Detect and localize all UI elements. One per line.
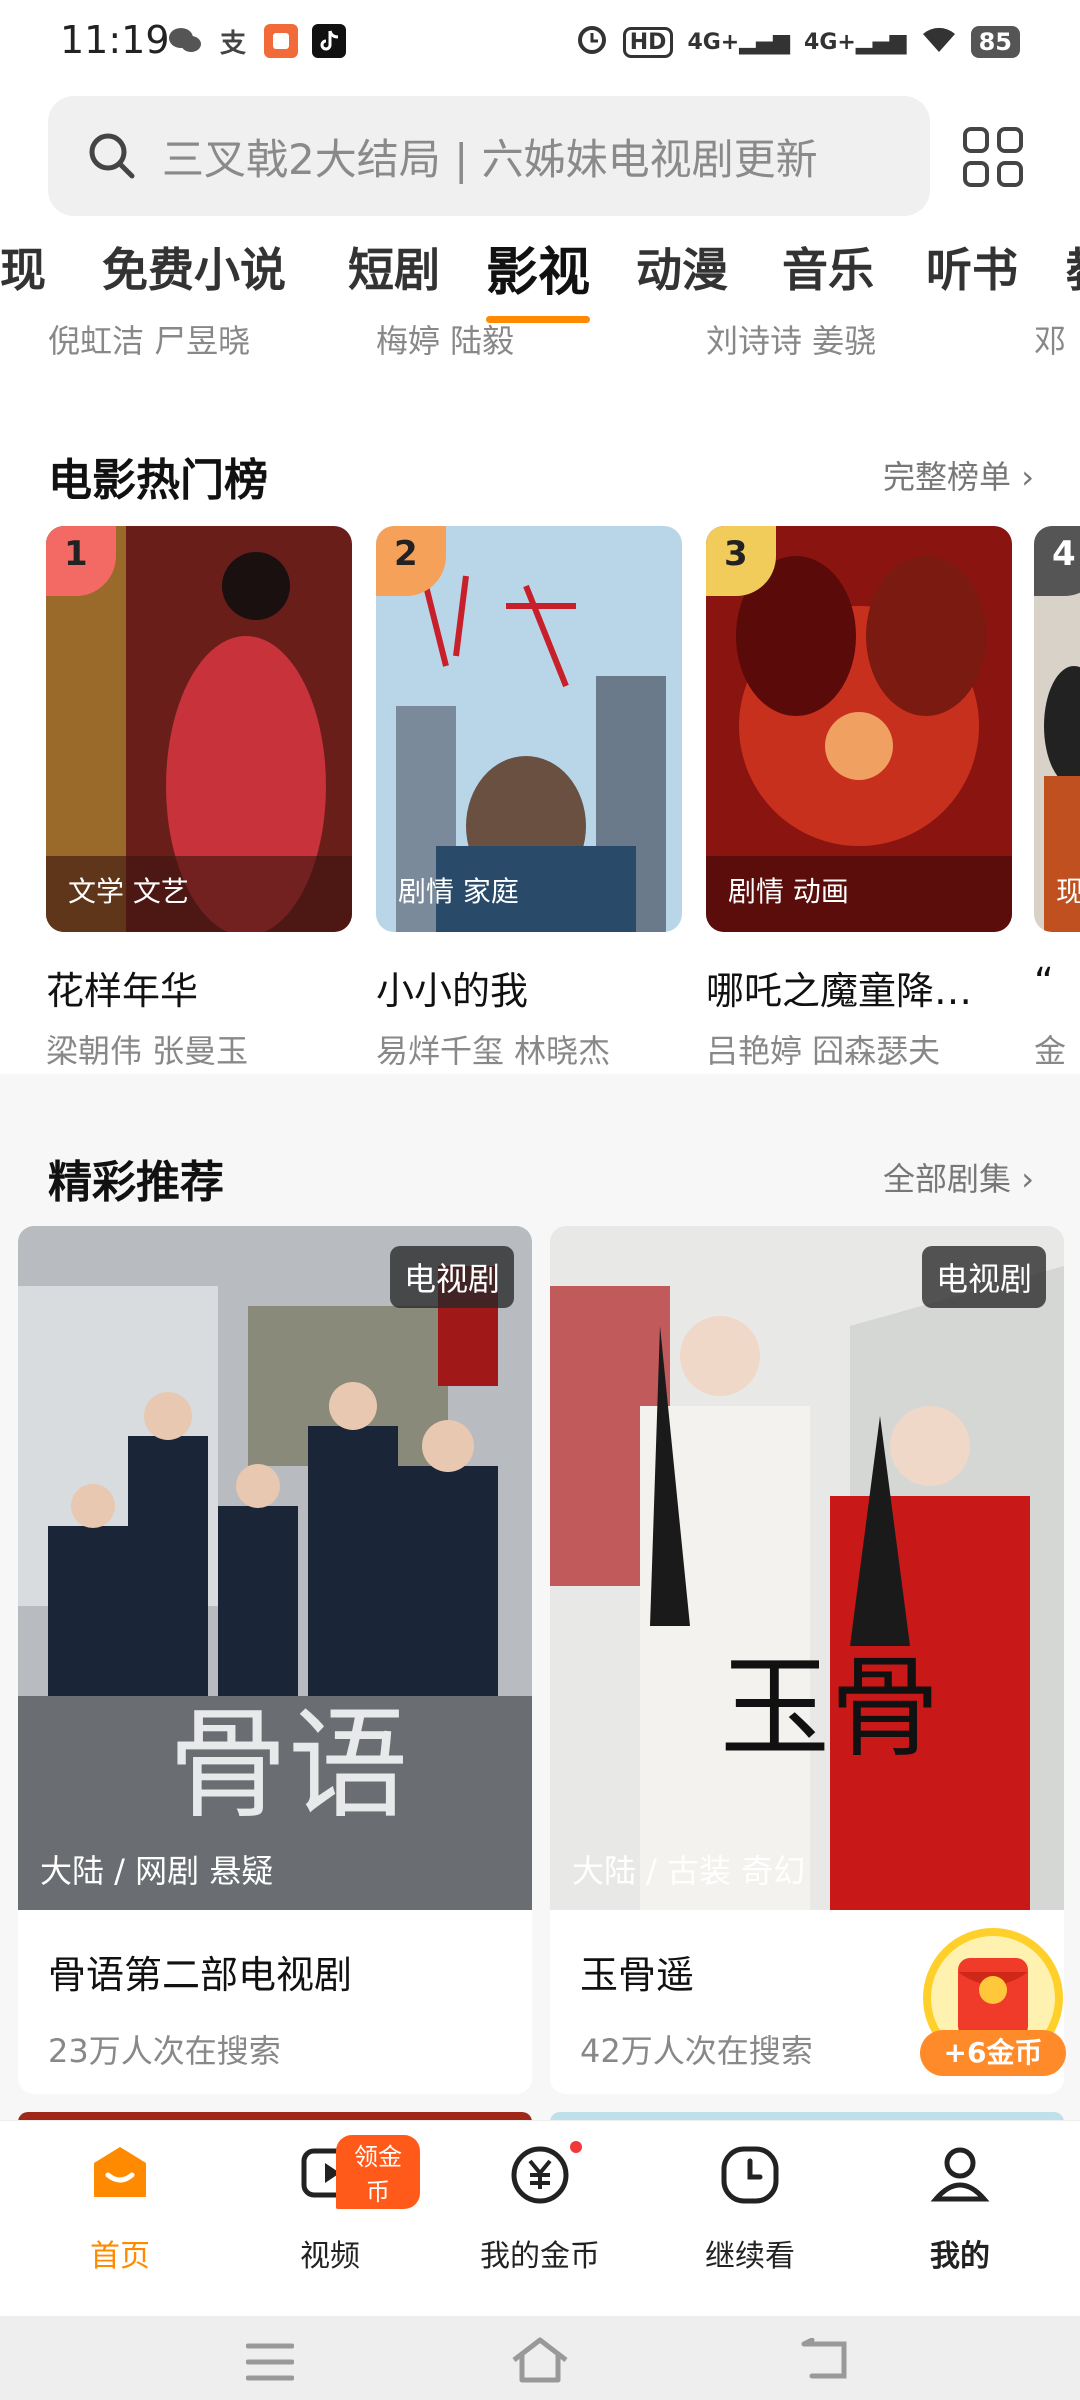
tab-discover[interactable]: 现 — [0, 234, 46, 300]
nav-profile-label: 我的 — [930, 2239, 990, 2274]
movie-title: 小小的我 — [376, 969, 529, 1013]
clock-icon — [721, 2146, 779, 2204]
chevron-right-icon: › — [1021, 1160, 1034, 1198]
search-count: 23万人次在搜索 — [48, 2032, 281, 2070]
yuan-coin-icon — [511, 2146, 569, 2204]
full-list-link[interactable]: 完整榜单 › — [883, 452, 1034, 498]
movie-poster: 4 现 — [1034, 526, 1080, 932]
signal-1-icon: 4G+▂▄▆ — [687, 29, 791, 55]
genre-label: 大陆 / 网剧 悬疑 — [40, 1852, 274, 1890]
series-title: 骨语第二部电视剧 — [48, 1953, 353, 1997]
alipay-icon: 支 — [216, 24, 250, 59]
category-tabs: 现 免费小说 短剧 影视 动漫 音乐 听书 教 — [0, 234, 1080, 324]
user-icon — [930, 2147, 990, 2202]
search-count: 42万人次在搜索 — [580, 2032, 813, 2070]
genre-tag: 文学 文艺 — [68, 875, 189, 908]
active-tab-underline — [486, 316, 591, 323]
search-placeholder: 三叉戟2大结局 | 六姊妹电视剧更新 — [162, 134, 818, 184]
status-bar: 11:19 支 HD 4G+▂▄▆ 4G+▂▄▆ 85 — [0, 0, 1080, 84]
movie-card[interactable]: 3 剧情 动画 哪吒之魔童降… 吕艳婷 囧森瑟夫 — [706, 526, 1012, 1070]
system-navigation-bar — [0, 2316, 1080, 2400]
back-icon[interactable] — [798, 2338, 854, 2382]
notification-dot — [570, 2141, 582, 2153]
tab-free-novels[interactable]: 免费小说 — [102, 234, 286, 300]
nav-continue-watching[interactable]: 继续看 — [660, 2141, 840, 2275]
nav-home[interactable]: 首页 — [30, 2141, 210, 2275]
partial-cast-1: 倪虹洁 尸昱晓 — [48, 324, 251, 360]
hd-icon: HD — [622, 26, 674, 58]
alarm-icon — [575, 22, 609, 62]
nav-my-coins[interactable]: 我的金币 — [450, 2141, 630, 2275]
rank-badge: 4 — [1034, 526, 1080, 596]
bottom-navigation: 首页 视频 领金币 我的金币 继续看 我的 — [0, 2120, 1080, 2316]
nav-video-label: 视频 — [300, 2239, 360, 2274]
nav-home-label: 首页 — [90, 2239, 150, 2274]
nav-profile[interactable]: 我的 — [870, 2141, 1050, 2275]
genre-tag: 现 — [1056, 875, 1080, 908]
top-header: 三叉戟2大结局 | 六姊妹电视剧更新 现 免费小说 短剧 影视 动漫 音乐 听书… — [0, 84, 1080, 324]
search-bar[interactable]: 三叉戟2大结局 | 六姊妹电视剧更新 — [48, 96, 930, 216]
partial-cast-3: 刘诗诗 姜骁 — [706, 324, 877, 360]
claim-coins-badge: 领金币 — [336, 2135, 420, 2209]
tiktok-icon — [312, 24, 346, 58]
tab-education[interactable]: 教 — [1066, 234, 1080, 300]
movie-title: 花样年华 — [46, 969, 199, 1013]
home-icon — [94, 2147, 146, 2197]
full-list-label: 完整榜单 — [883, 458, 1012, 496]
type-badge: 电视剧 — [921, 1246, 1046, 1308]
section-title: 电影热门榜 — [48, 455, 268, 506]
genre-label: 大陆 / 古装 奇幻 — [572, 1852, 806, 1890]
home-button-icon[interactable] — [510, 2336, 570, 2384]
tab-film-tv-label: 影视 — [486, 243, 591, 303]
movie-card[interactable]: 2 剧情 家庭 小小的我 易烊千玺 林晓杰 — [376, 526, 682, 1070]
coin-reward-label: +6金币 — [920, 2030, 1066, 2076]
movie-card[interactable]: 1 文学 文艺 花样年华 梁朝伟 张曼玉 — [46, 526, 352, 1070]
svg-text:骨语: 骨语 — [168, 1696, 408, 1835]
nav-continue-label: 继续看 — [705, 2239, 795, 2274]
coin-reward-float[interactable]: +6金币 — [918, 1928, 1068, 2078]
chevron-right-icon: › — [1021, 458, 1034, 496]
movie-cast: 易烊千玺 林晓杰 — [376, 1032, 611, 1070]
scrolled-cast-row: 倪虹洁 尸昱晓 梅婷 陆毅 刘诗诗 姜骁 邓 — [0, 324, 1080, 374]
genre-tag: 剧情 动画 — [728, 875, 849, 908]
tab-audiobook[interactable]: 听书 — [926, 234, 1018, 300]
section-title: 精彩推荐 — [48, 1157, 224, 1208]
signal-2-icon: 4G+▂▄▆ — [804, 29, 907, 55]
partial-cast-2: 梅婷 陆毅 — [376, 324, 515, 360]
movie-cast: 梁朝伟 张曼玉 — [46, 1032, 249, 1070]
series-card[interactable]: 骨语 电视剧 大陆 / 网剧 悬疑 骨语第二部电视剧 23万人次在搜索 — [18, 1226, 532, 2094]
tab-anime[interactable]: 动漫 — [636, 234, 728, 300]
type-badge: 电视剧 — [389, 1246, 514, 1308]
app-notify-icon — [264, 24, 298, 58]
movie-poster: 1 文学 文艺 — [46, 526, 352, 932]
wifi-icon — [921, 24, 957, 60]
menu-icon[interactable] — [246, 2342, 294, 2382]
series-poster: 骨语 — [18, 1226, 532, 1910]
categories-grid-icon[interactable] — [962, 126, 1024, 188]
tab-film-tv[interactable]: 影视 — [486, 234, 591, 323]
battery-icon: 85 — [970, 26, 1020, 58]
series-poster: 玉骨 — [550, 1226, 1064, 1910]
movie-poster: 3 剧情 动画 — [706, 526, 1012, 932]
tab-short-drama[interactable]: 短剧 — [348, 234, 440, 300]
search-icon — [89, 133, 135, 179]
nav-video[interactable]: 视频 领金币 — [240, 2135, 420, 2275]
all-series-link[interactable]: 全部剧集 › — [883, 1154, 1034, 1200]
status-time: 11:19 — [60, 18, 170, 62]
movie-title: “ — [1034, 960, 1054, 1004]
genre-tag: 剧情 家庭 — [398, 875, 519, 908]
movie-cast: 吕艳婷 囧森瑟夫 — [706, 1032, 941, 1070]
svg-text:玉骨: 玉骨 — [720, 1644, 940, 1772]
movie-card[interactable]: 4 现 “ 金 — [1034, 526, 1080, 1086]
movie-cast: 金 — [1034, 1032, 1067, 1070]
all-series-label: 全部剧集 — [883, 1160, 1012, 1198]
partial-cast-4: 邓 — [1034, 324, 1067, 360]
tab-music[interactable]: 音乐 — [782, 234, 874, 300]
wechat-icon — [168, 24, 202, 58]
movie-poster: 2 剧情 家庭 — [376, 526, 682, 932]
series-title: 玉骨遥 — [580, 1953, 695, 1997]
movie-title: 哪吒之魔童降… — [706, 969, 973, 1013]
nav-my-coins-label: 我的金币 — [480, 2239, 600, 2274]
